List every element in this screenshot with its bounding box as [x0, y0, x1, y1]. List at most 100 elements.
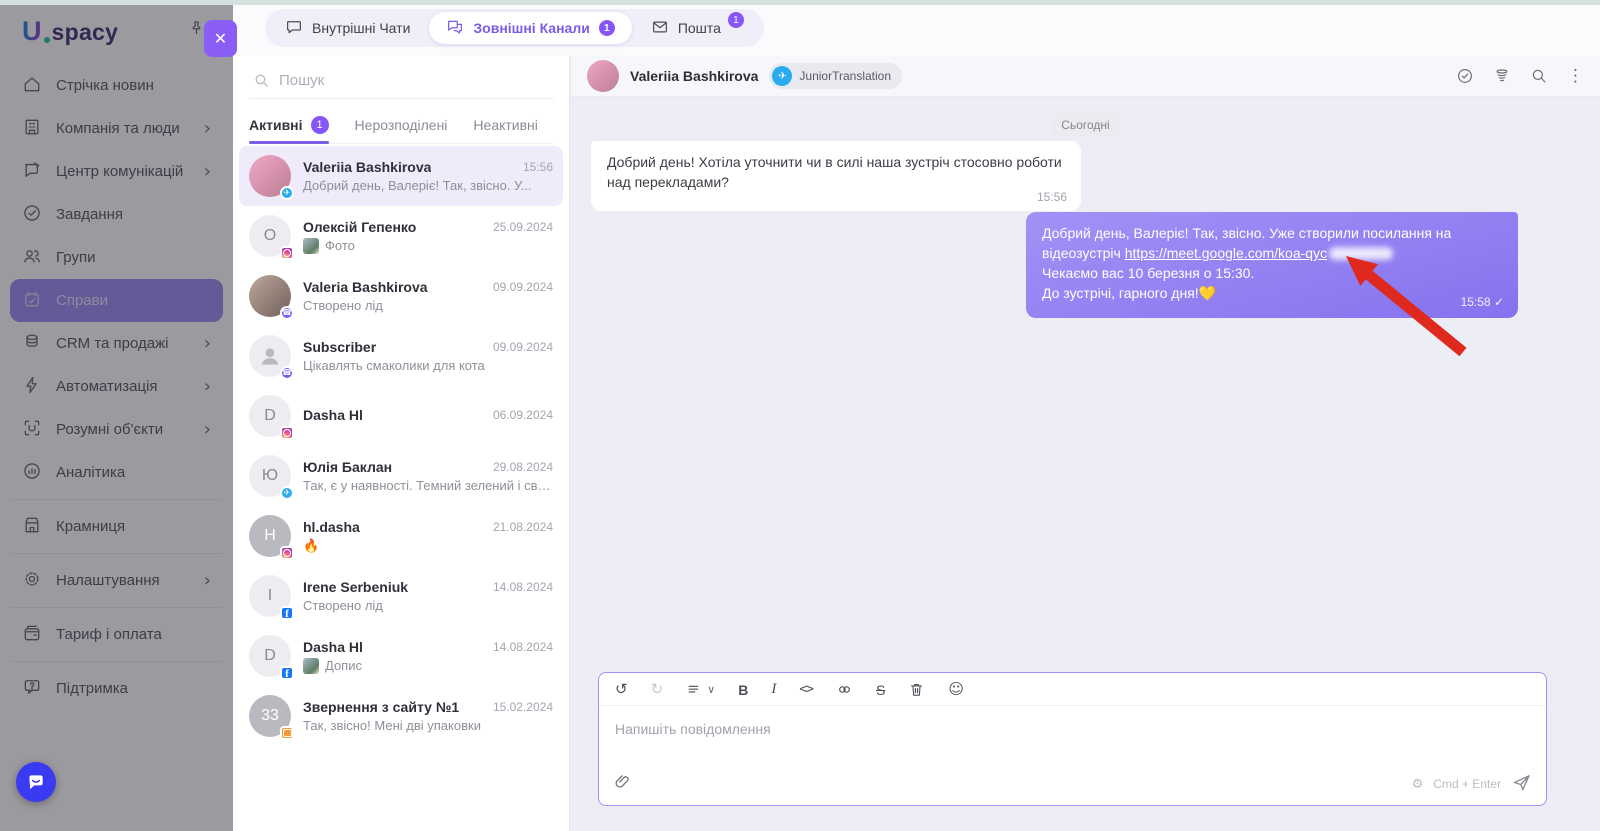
chat-list-item[interactable]: H hl.dasha 21.08.2024 🔥: [239, 506, 563, 566]
tab-label: Пошта: [677, 20, 721, 36]
chat-list-item[interactable]: D Dasha Hl 14.08.2024 Допис: [239, 626, 563, 686]
channel-source-badge-icon: [280, 666, 294, 680]
link-icon[interactable]: [836, 681, 853, 698]
avatar-initials: 33: [261, 707, 279, 724]
send-shortcut-hint: Cmd + Enter: [1433, 777, 1501, 791]
outgoing-message-time: 15:58: [1460, 295, 1491, 310]
avatar-initials: I: [267, 587, 273, 604]
chat-list-item[interactable]: 33 Звернення з сайту №1 15.02.2024 Так, …: [239, 686, 563, 746]
emoji-icon[interactable]: ☺: [948, 682, 964, 697]
channel-source-badge-icon: [280, 306, 294, 320]
channel-pill[interactable]: ✈ JuniorTranslation: [769, 63, 903, 89]
avatar: I: [249, 575, 294, 620]
message-composer: ↺ ↻ ∨ B I <> S ☺ ⚙ Cmd + Enter: [598, 672, 1547, 806]
sidebar-close-button[interactable]: ✕: [204, 20, 237, 57]
telegram-icon: ✈: [772, 66, 793, 86]
attach-file-icon[interactable]: [613, 772, 632, 796]
channel-tab[interactable]: Внутрішні Чати: [268, 12, 427, 44]
chat-preview: 🔥: [303, 537, 320, 553]
chat-time: 25.09.2024: [492, 219, 553, 234]
search-icon: [253, 72, 270, 89]
chat-name: Юлія Баклан: [303, 459, 393, 475]
search-input[interactable]: [279, 72, 550, 89]
chat-list-item[interactable]: Subscriber 09.09.2024 Цікавлять смаколик…: [239, 326, 563, 386]
channel-source-badge-icon: [280, 726, 294, 740]
chat-preview: Цікавлять смаколики для кота: [303, 358, 485, 373]
channel-source-badge-icon: [280, 606, 294, 620]
filter-label: Активні: [249, 116, 303, 133]
tab-icon: [446, 18, 464, 39]
chat-list-item[interactable]: Valeria Bashkirova 09.09.2024 Створено л…: [239, 266, 563, 326]
avatar-initials: D: [264, 647, 276, 664]
chat-time: 14.08.2024: [492, 580, 553, 594]
channel-source-badge-icon: [280, 426, 294, 440]
filter-tab[interactable]: Неактивні: [473, 106, 537, 143]
chat-time: 15:56: [522, 160, 553, 174]
chat-time: 15.02.2024: [492, 700, 553, 714]
chat-list-item[interactable]: Ю Юлія Баклан 29.08.2024 Так, є у наявно…: [239, 446, 563, 506]
outgoing-message-line3: До зустрічі, гарного дня!💛: [1042, 284, 1217, 301]
redo-icon[interactable]: ↻: [651, 682, 664, 697]
conversation-header: Valeriia Bashkirova ✈ JuniorTranslation …: [571, 56, 1600, 97]
strikethrough-button[interactable]: S: [876, 683, 885, 697]
chat-preview: Так, є у наявності. Темний зелений і сві…: [303, 478, 553, 493]
chat-name: Valeria Bashkirova: [303, 279, 428, 295]
conversation-avatar[interactable]: [587, 60, 619, 92]
italic-button[interactable]: I: [771, 682, 776, 697]
send-settings-gear-icon[interactable]: ⚙: [1412, 777, 1424, 792]
avatar: O: [249, 215, 294, 260]
channel-tab[interactable]: Зовнішні Канали 1: [429, 12, 632, 44]
chat-list-item[interactable]: D Dasha Hl 06.09.2024: [239, 386, 563, 446]
chat-preview: Створено лід: [303, 598, 383, 613]
chat-name: Dasha Hl: [303, 638, 363, 655]
sidebar: U spacy Стрічка новин › Компанія та люди: [0, 0, 233, 831]
chat-list-item[interactable]: Valeriia Bashkirova 15:56 Добрий день, В…: [239, 146, 563, 206]
channel-source-badge-icon: [280, 486, 294, 500]
chat-name: Irene Serbeniuk: [303, 579, 409, 595]
filter-label: Нерозподілені: [354, 116, 448, 133]
chat-list-item[interactable]: I Irene Serbeniuk 14.08.2024 Створено лі…: [239, 566, 563, 626]
conversation-title: Valeriia Bashkirova: [630, 68, 759, 84]
date-separator: Сьогодні: [1050, 114, 1121, 136]
send-button[interactable]: [1511, 772, 1532, 796]
search-field[interactable]: [249, 63, 554, 99]
code-button[interactable]: <>: [799, 683, 814, 696]
person-icon: [257, 343, 283, 369]
meeting-link[interactable]: https://meet.google.com/koa-qyc: [1125, 245, 1327, 261]
avatar: [249, 335, 294, 380]
trash-icon[interactable]: [908, 681, 925, 698]
tab-label: Зовнішні Канали: [473, 20, 590, 36]
support-chat-fab[interactable]: [16, 762, 56, 802]
avatar: Ю: [249, 455, 294, 500]
align-icon[interactable]: ∨: [686, 681, 715, 698]
kebab-menu-icon[interactable]: ⋮: [1567, 66, 1584, 86]
filter-tabs: Активні 1 Нерозподілені Неактивні: [249, 106, 553, 144]
undo-icon[interactable]: ↺: [615, 682, 628, 697]
avatar: [249, 155, 294, 200]
composer-toolbar: ↺ ↻ ∨ B I <> S ☺: [599, 673, 1546, 706]
chat-name: hl.dasha: [303, 518, 360, 535]
message-input[interactable]: [615, 721, 1530, 737]
filter-label: Неактивні: [473, 116, 538, 133]
bold-button[interactable]: B: [738, 683, 748, 697]
chat-name: Dasha Hl: [303, 406, 363, 423]
search-icon[interactable]: [1530, 67, 1548, 85]
sent-check-icon: ✓: [1493, 295, 1504, 310]
chat-list-item[interactable]: O Олексій Гепенко 25.09.2024 Фото: [239, 206, 563, 266]
avatar-initials: D: [264, 407, 276, 424]
filter-tab[interactable]: Нерозподілені: [355, 106, 448, 143]
tab-unread-badge: 1: [598, 20, 615, 36]
channel-source-badge-icon: [280, 546, 294, 560]
avatar-initials: Ю: [261, 467, 279, 484]
mark-done-icon[interactable]: [1456, 67, 1474, 85]
chat-preview: Фото: [325, 238, 355, 253]
chat-name: Subscriber: [303, 339, 377, 355]
avatar: [249, 275, 294, 320]
funnel-icon[interactable]: [1493, 67, 1511, 85]
avatar-initials: H: [264, 527, 276, 544]
chat-time: 29.08.2024: [492, 460, 553, 474]
chat-preview: Добрий день, Валеріє! Так, звісно. У...: [303, 178, 532, 193]
chat-preview: Так, звісно! Мені дві упаковки: [303, 718, 481, 733]
filter-tab[interactable]: Активні 1: [249, 106, 329, 144]
channel-tab[interactable]: Пошта 1: [634, 12, 761, 44]
